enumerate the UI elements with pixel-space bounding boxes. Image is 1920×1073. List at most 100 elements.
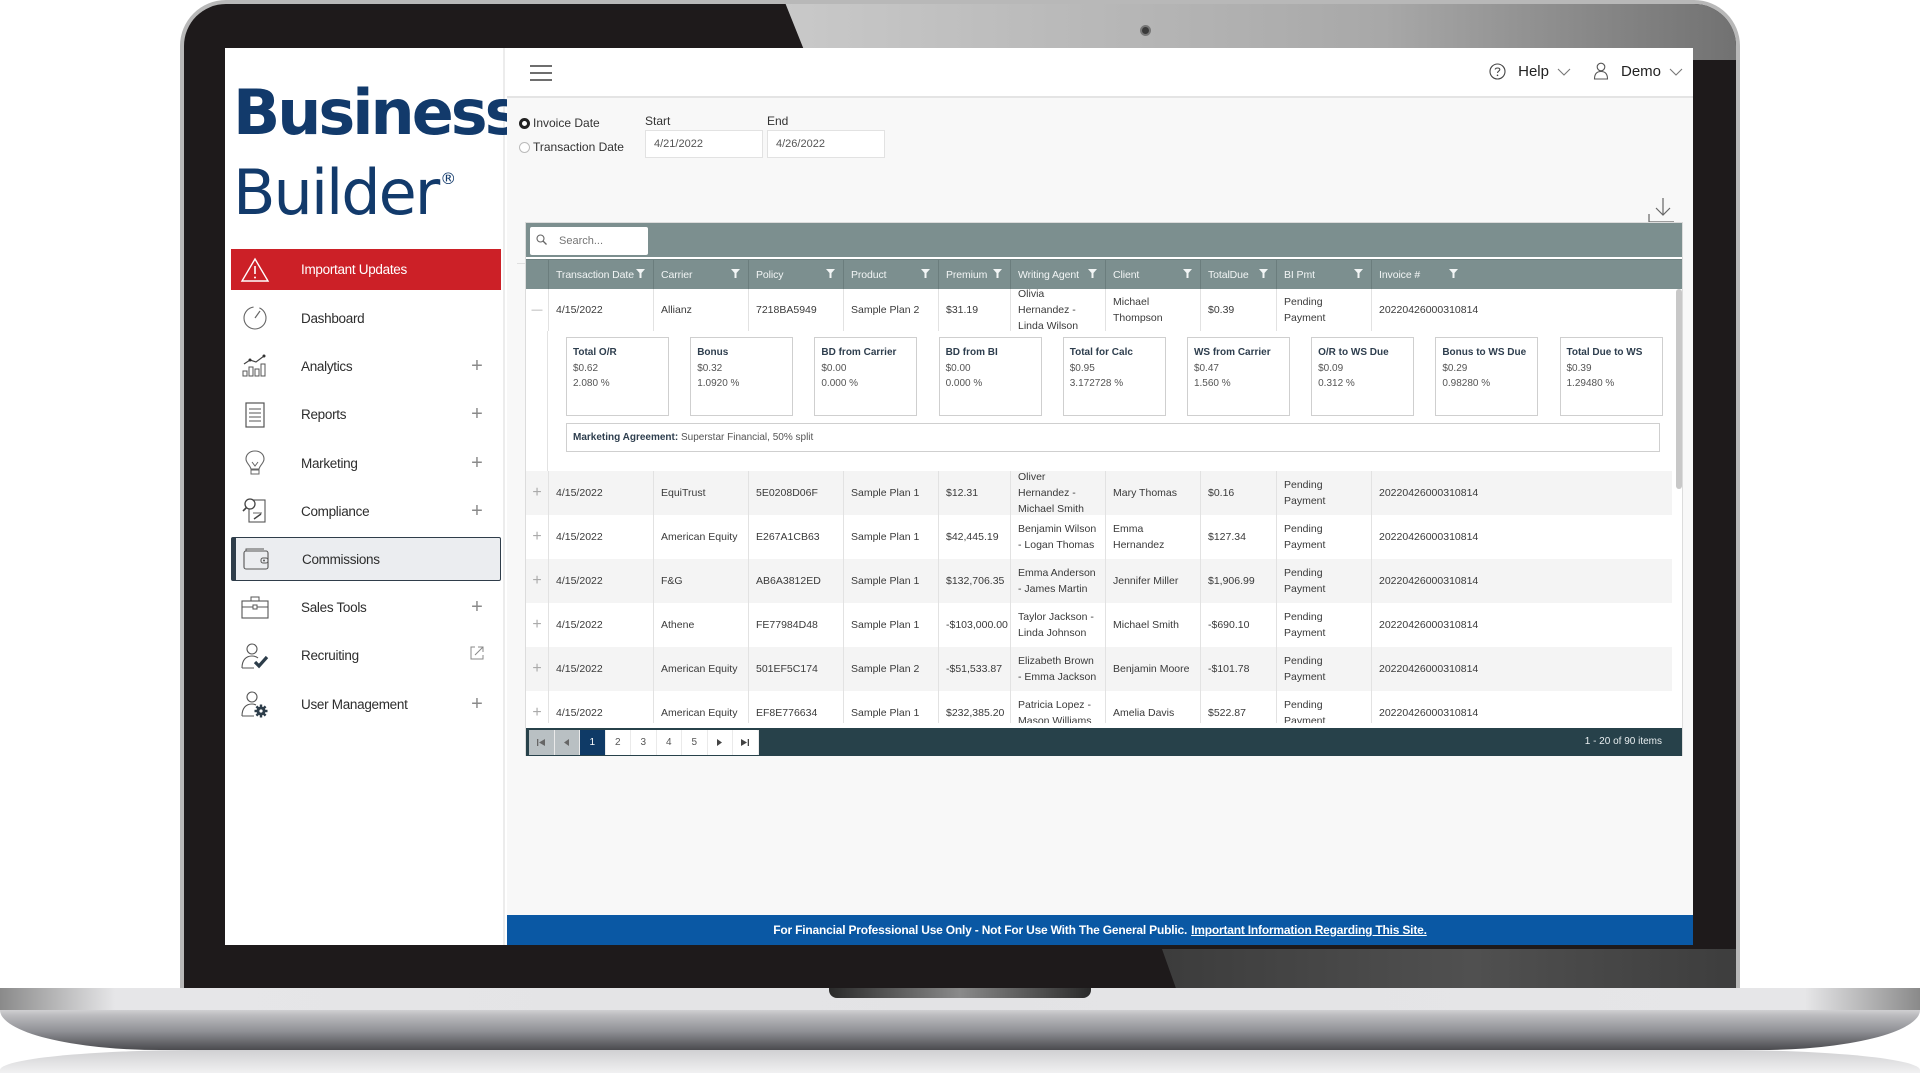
hamburger-menu-icon[interactable] (530, 65, 552, 81)
next-page-icon[interactable] (708, 730, 733, 755)
filter-icon[interactable] (636, 268, 645, 281)
table-row[interactable]: —4/15/2022 Allianz 7218BA5949 Sample Plan 2… (526, 289, 1672, 332)
table-row[interactable]: +4/15/2022 American Equity 501EF5C174 Sampl… (526, 647, 1672, 691)
filter-icon[interactable] (921, 268, 930, 281)
detail-card-title: O/R to WS Due (1318, 347, 1389, 358)
filter-icon[interactable] (1259, 268, 1268, 281)
expand-icon[interactable]: + (467, 452, 487, 475)
expand-row-icon[interactable]: + (526, 647, 548, 691)
table-row[interactable]: +4/15/2022 F&G AB6A3812ED Sample Plan 1 $132… (526, 559, 1672, 603)
sidebar-item-important-updates[interactable]: Important Updates (231, 249, 501, 290)
table-cell: Pending Payment (1276, 515, 1371, 559)
sidebar-item-label: User Management (301, 696, 408, 712)
sidebar-item-label: Marketing (301, 455, 358, 471)
inspect-document-icon (239, 495, 271, 527)
filter-icon[interactable] (993, 268, 1002, 281)
previous-page-icon[interactable] (554, 730, 580, 755)
filter-icon[interactable] (1449, 268, 1458, 281)
logo: Business Builder ® (233, 80, 522, 226)
expand-icon[interactable]: + (467, 500, 487, 523)
detail-card: Bonus $0.32 1.0920 % (690, 337, 794, 416)
column-header[interactable]: Product (843, 260, 938, 289)
sidebar-item-user-management[interactable]: User Management + (231, 680, 501, 728)
external-link-icon[interactable] (467, 644, 487, 667)
filter-icon[interactable] (1088, 268, 1097, 281)
expand-row-icon[interactable]: + (526, 603, 548, 647)
table-row[interactable]: +4/15/2022 American Equity E267A1CB63 Sampl… (526, 515, 1672, 559)
search-box[interactable] (530, 227, 648, 255)
table-cell: 20220426000310814 (1371, 559, 1478, 603)
table-cell: Benjamin Moore (1105, 647, 1200, 691)
expand-row-icon[interactable]: + (526, 559, 548, 603)
column-header[interactable]: Carrier (653, 260, 748, 289)
footer-info-link[interactable]: Important Information Regarding This Sit… (1191, 923, 1427, 937)
detail-card-percent: 0.98280 % (1442, 378, 1491, 389)
column-header-label: Premium (946, 268, 988, 281)
expand-icon[interactable]: + (467, 596, 487, 619)
column-header-label: TotalDue (1208, 268, 1249, 281)
expand-row-icon[interactable]: + (526, 515, 548, 559)
user-label: Demo (1620, 62, 1661, 80)
radio-button[interactable] (519, 141, 530, 153)
sidebar-item-compliance[interactable]: Compliance + (231, 487, 501, 535)
radio-button-selected[interactable] (519, 117, 530, 129)
filter-icon[interactable] (731, 268, 740, 281)
last-page-icon[interactable] (733, 730, 759, 755)
expand-icon[interactable]: + (467, 403, 487, 426)
expand-row-icon[interactable]: + (526, 691, 548, 723)
page-button[interactable]: 2 (606, 730, 631, 755)
detail-cards: Total O/R $0.62 2.080 % Bonus $0.32 1.0920 % B… (566, 337, 1672, 416)
sidebar-item-marketing[interactable]: Marketing + (231, 439, 501, 487)
column-header[interactable]: Writing Agent (1010, 260, 1105, 289)
collapse-row-icon[interactable]: — (526, 289, 548, 331)
detail-card: WS from Carrier $0.47 1.560 % (1186, 337, 1290, 416)
table-cell: 4/15/2022 (548, 471, 653, 515)
first-page-icon[interactable] (529, 730, 555, 755)
sidebar-item-commissions[interactable]: Commissions (231, 537, 501, 582)
table-row[interactable]: +4/15/2022 Athene FE77984D48 Sample Plan 1-… (526, 603, 1672, 647)
page-button[interactable]: 4 (657, 730, 682, 755)
end-date-input[interactable] (767, 130, 885, 158)
table-row[interactable]: +4/15/2022 American Equity EF8E776634 Sampl… (526, 691, 1672, 723)
help-menu[interactable]: Help (1489, 63, 1571, 80)
table-row[interactable]: +4/15/2022 EquiTrust 5E0208D06F Sample Plan… (526, 471, 1672, 515)
page-button[interactable]: 1 (580, 730, 606, 755)
search-input[interactable] (559, 235, 639, 247)
detail-card-title: Total for Calc (1069, 347, 1133, 358)
radio-invoice-date[interactable]: Invoice Date (519, 116, 600, 130)
filter-icon[interactable] (1354, 268, 1363, 281)
column-header[interactable]: Transaction Date (548, 260, 653, 289)
column-header[interactable]: Premium (938, 260, 1010, 289)
start-date-input[interactable] (645, 130, 763, 158)
column-header[interactable]: TotalDue (1200, 260, 1276, 289)
vertical-scrollbar[interactable] (1676, 289, 1682, 489)
radio-transaction-date[interactable]: Transaction Date (519, 140, 624, 154)
sidebar-item-recruiting[interactable]: Recruiting (231, 632, 501, 680)
sidebar-item-dashboard[interactable]: Dashboard (231, 294, 501, 342)
expand-icon[interactable]: + (467, 693, 487, 716)
table-cell: EquiTrust (653, 471, 748, 515)
table-cell: Michael Thompson (1105, 289, 1200, 331)
user-menu[interactable]: Demo (1593, 62, 1683, 80)
sidebar-item-reports[interactable]: Reports + (231, 391, 501, 439)
page-button[interactable]: 5 (682, 730, 708, 755)
table-cell: Athene (653, 603, 748, 647)
column-header[interactable]: BI Pmt (1276, 260, 1371, 289)
sidebar-item-sales-tools[interactable]: Sales Tools + (231, 583, 501, 631)
column-header[interactable]: Client (1105, 260, 1200, 289)
column-header[interactable]: Invoice # (1371, 260, 1466, 289)
table-cell: $0.16 (1200, 471, 1276, 515)
table-cell: $522.87 (1200, 691, 1276, 723)
expand-icon[interactable]: + (467, 355, 487, 378)
expand-row-icon[interactable]: + (526, 471, 548, 515)
detail-card: Bonus to WS Due $0.29 0.98280 % (1435, 337, 1539, 416)
commissions-grid: Transaction Date Carrier Policy Product Prem… (525, 222, 1683, 756)
sidebar-item-label: Recruiting (301, 648, 359, 664)
grid-toolbar (526, 223, 1682, 257)
table-cell: 4/15/2022 (548, 647, 653, 691)
column-header[interactable]: Policy (748, 260, 843, 289)
page-button[interactable]: 3 (631, 730, 657, 755)
filter-icon[interactable] (826, 268, 835, 281)
filter-icon[interactable] (1183, 268, 1192, 281)
sidebar-item-analytics[interactable]: Analytics + (231, 342, 501, 390)
